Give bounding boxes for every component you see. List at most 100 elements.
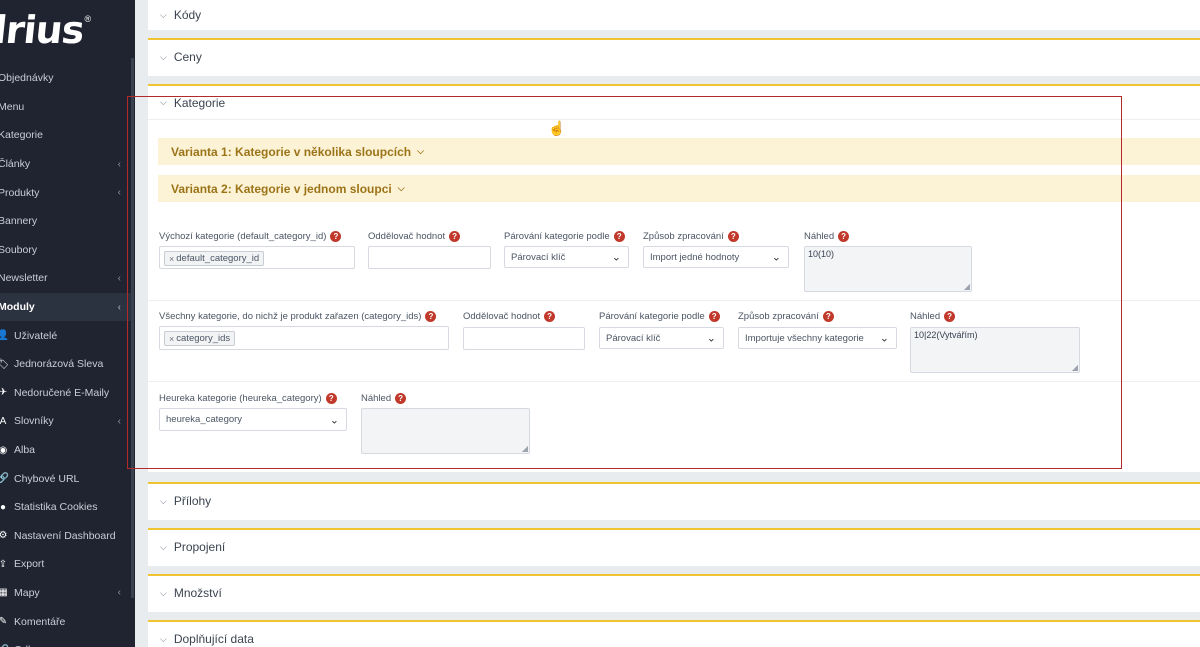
sidebar-item-label: Mapy (14, 586, 40, 599)
sidebar-item-export[interactable]: ⇪ Export (0, 550, 131, 579)
sidebar-item-mapy[interactable]: ▦ Mapy ‹ (0, 579, 131, 608)
help-icon[interactable]: ? (544, 311, 556, 322)
select-value: Import jedné hodnoty (650, 251, 740, 263)
separator-input[interactable] (463, 327, 585, 350)
sidebar-item-label: Produkty (0, 186, 40, 199)
remove-tag-icon[interactable]: × (169, 254, 174, 264)
sidebar-item-objedn-vky[interactable]: Objednávky (0, 64, 131, 93)
help-icon[interactable]: ? (325, 393, 337, 404)
panel-title: Kódy (173, 8, 202, 22)
help-icon[interactable]: ? (613, 231, 625, 242)
logo-text: lrius (0, 8, 86, 52)
chevron-down-icon: ⌄ (879, 332, 889, 345)
heureka-category-select[interactable]: heureka_category ⌄ (159, 408, 347, 431)
panel-doplnujici-data[interactable]: ⌵ Doplňující data (148, 620, 1200, 647)
sidebar-item-jednor-zov-sleva[interactable]: 🏷 Jednorázová Sleva (0, 350, 131, 379)
panel-ceny[interactable]: ⌵ Ceny (148, 38, 1200, 76)
help-icon[interactable]: ? (330, 231, 342, 242)
panel-propojeni[interactable]: ⌵ Propojení (148, 528, 1200, 566)
variant-2-toggle[interactable]: Varianta 2: Kategorie v jednom sloupci ⌵ (158, 175, 1200, 202)
panel-mnozstvi[interactable]: ⌵ Množství (148, 574, 1200, 612)
method-select[interactable]: Import jedné hodnoty ⌄ (643, 246, 789, 268)
panel-doplnujici-header[interactable]: ⌵ Doplňující data (148, 622, 1200, 647)
pairing-select[interactable]: Párovací klíč ⌄ (504, 246, 629, 268)
sidebar-item-koment-e[interactable]: ✎ Komentáře (0, 607, 131, 636)
help-icon[interactable]: ? (449, 231, 461, 242)
panel-kody-header[interactable]: ⌵ Kódy (148, 0, 1200, 28)
send-icon: ✈ (0, 387, 8, 399)
variant-1-toggle[interactable]: Varianta 1: Kategorie v několika sloupcí… (158, 138, 1200, 165)
label-text: Oddělovač hodnot (463, 311, 541, 322)
remove-tag-icon[interactable]: × (169, 334, 174, 344)
preview-textarea[interactable]: ◢ (361, 408, 530, 454)
panel-title: Ceny (173, 50, 202, 64)
row-divider (148, 381, 1200, 382)
panel-propojeni-header[interactable]: ⌵ Propojení (148, 530, 1200, 564)
panel-prilohy[interactable]: ⌵ Přílohy (148, 482, 1200, 520)
variant-1-label: Varianta 1: Kategorie v několika sloupcí… (171, 144, 412, 159)
tag-label: default_category_id (176, 253, 260, 264)
sidebar-item-label: Objednávky (0, 72, 54, 85)
default-category-input[interactable]: × default_category_id (159, 246, 355, 269)
sidebar-item-nastaven-dashboard[interactable]: ⚙ Nastavení Dashboard (0, 522, 131, 551)
brand-logo[interactable]: lrius ® (0, 8, 91, 56)
sidebar-item-odkazy[interactable]: 🔗Odkazy (0, 636, 131, 647)
panel-ceny-header[interactable]: ⌵ Ceny (148, 40, 1200, 74)
sidebar-item--l-nky[interactable]: Články ‹ (0, 150, 131, 179)
sidebar-item-menu[interactable]: Menu (0, 93, 131, 122)
all-categories-input[interactable]: × category_ids (159, 326, 449, 350)
sidebar-item-alba[interactable]: ◉ Alba (0, 436, 131, 465)
help-icon[interactable]: ? (838, 231, 850, 242)
sidebar-menu: Objednávky Menu Kategorie Články ‹ Produkty ‹ B… (0, 64, 131, 647)
panel-mnozstvi-header[interactable]: ⌵ Množství (148, 576, 1200, 610)
tag-label: category_ids (176, 333, 231, 344)
sidebar-item-soubory[interactable]: Soubory (0, 236, 131, 265)
sidebar-item-slovn-ky[interactable]: A Slovníky ‹ (0, 407, 131, 436)
selected-tag[interactable]: × category_ids (164, 331, 236, 346)
sidebar-item-nedoru-en-e-maily[interactable]: ✈ Nedoručené E-Maily (0, 379, 131, 408)
resize-handle-icon[interactable]: ◢ (522, 444, 528, 453)
sidebar-item-produkty[interactable]: Produkty ‹ (0, 178, 131, 207)
help-icon[interactable]: ? (395, 393, 407, 404)
preview-value: 10|22(Vytvářím) (914, 330, 978, 340)
panel-kategorie-header[interactable]: ⌵ Kategorie (148, 86, 1200, 120)
chevron-down-icon: ⌵ (160, 495, 167, 506)
help-icon[interactable]: ? (944, 311, 956, 322)
help-icon[interactable]: ? (822, 311, 834, 322)
help-icon[interactable]: ? (708, 311, 720, 322)
sidebar-item-u-ivatel-[interactable]: 👤 Uživatelé (0, 321, 131, 350)
sidebar-item-chybov-url[interactable]: 🔗 Chybové URL (0, 464, 131, 493)
panel-prilohy-header[interactable]: ⌵ Přílohy (148, 484, 1200, 518)
chevron-down-icon: ⌄ (771, 251, 781, 264)
chevron-down-icon: ⌵ (397, 183, 405, 193)
sidebar-item-label: Chybové URL (14, 472, 80, 485)
sidebar-item-label: Newsletter (0, 272, 48, 285)
help-icon[interactable]: ? (727, 231, 739, 242)
sidebar-item-bannery[interactable]: Bannery (0, 207, 131, 236)
selected-tag[interactable]: × default_category_id (164, 251, 265, 266)
method-label: Způsob zpracování? (738, 311, 834, 322)
help-icon[interactable]: ? (425, 311, 437, 322)
heureka-category-label: Heureka kategorie (heureka_category)? (159, 393, 337, 404)
camera-icon: ◉ (0, 444, 8, 456)
select-value: heureka_category (166, 414, 243, 425)
method-select[interactable]: Importuje všechny kategorie ⌄ (738, 327, 897, 349)
sidebar-item-kategorie[interactable]: Kategorie (0, 121, 131, 150)
sidebar-item-moduly[interactable]: Moduly ‹ (0, 292, 131, 322)
sidebar-item-statistika-cookies[interactable]: ● Statistika Cookies (0, 493, 131, 522)
sidebar-scrollbar[interactable] (131, 58, 134, 598)
chevron-down-icon: ⌵ (160, 633, 167, 644)
panel-kody[interactable]: ⌵ Kódy (148, 0, 1200, 30)
preview-textarea[interactable]: 10|22(Vytvářím) ◢ (910, 327, 1080, 373)
pairing-select[interactable]: Párovací klíč ⌄ (599, 327, 724, 349)
user-icon: 👤 (0, 330, 10, 342)
separator-input[interactable] (368, 246, 491, 269)
sidebar-item-label: Menu (0, 100, 25, 113)
label-text: Náhled (361, 393, 392, 404)
variant-2-label: Varianta 2: Kategorie v jednom sloupci (171, 181, 392, 196)
map-icon: ▦ (0, 587, 8, 599)
sidebar-item-newsletter[interactable]: Newsletter ‹ (0, 264, 131, 293)
resize-handle-icon[interactable]: ◢ (1072, 363, 1078, 372)
resize-handle-icon[interactable]: ◢ (964, 282, 970, 291)
preview-textarea[interactable]: 10(10) ◢ (804, 246, 972, 292)
